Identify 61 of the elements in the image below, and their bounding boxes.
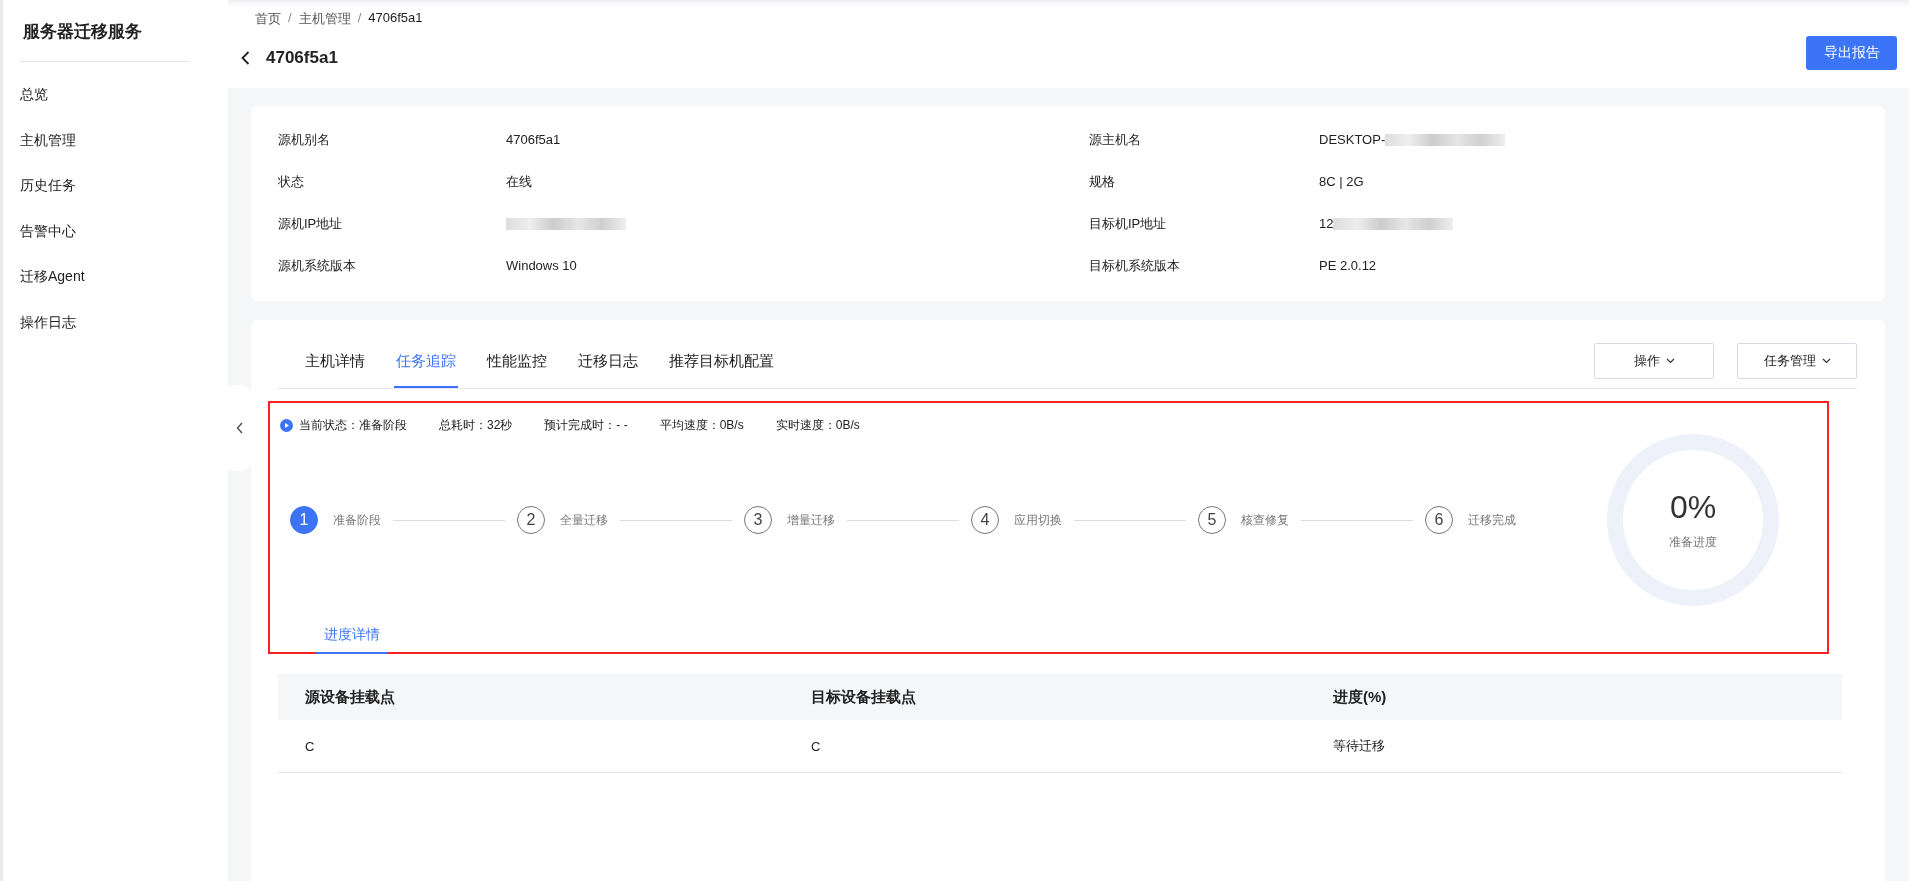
play-icon bbox=[280, 419, 293, 432]
sidebar-item[interactable]: 迁移Agent bbox=[20, 254, 188, 300]
table-cell-text: C bbox=[305, 738, 316, 754]
field-value: Windows 10 bbox=[506, 257, 577, 275]
step-number: 1 bbox=[290, 506, 318, 534]
tab[interactable]: 迁移日志 bbox=[576, 336, 640, 388]
tab[interactable]: 主机详情 bbox=[303, 336, 367, 388]
chevron-left-icon bbox=[235, 422, 244, 434]
sidebar-item[interactable]: 操作日志 bbox=[20, 299, 188, 345]
field-value: 在线 bbox=[506, 173, 532, 191]
breadcrumb-separator: / bbox=[288, 10, 292, 27]
field-label: 源机别名 bbox=[278, 131, 331, 149]
app-title: 服务器迁移服务 bbox=[22, 21, 143, 43]
page-title: 4706f5a1 bbox=[266, 48, 338, 68]
step-label: 增量迁移 bbox=[787, 511, 835, 529]
sidebar-item[interactable]: 总览 bbox=[20, 72, 188, 118]
sidebar-item[interactable]: 历史任务 bbox=[20, 163, 188, 209]
breadcrumb-link[interactable]: 主机管理 bbox=[298, 10, 351, 28]
status-text: 总耗时：32秒 bbox=[439, 417, 513, 434]
breadcrumb-link[interactable]: 首页 bbox=[255, 10, 281, 28]
tab[interactable]: 进度详情 bbox=[316, 626, 388, 654]
step-label: 应用切换 bbox=[1014, 511, 1062, 529]
dropdown-button[interactable]: 任务管理 bbox=[1737, 343, 1857, 379]
tab[interactable]: 推荐目标机配置 bbox=[667, 336, 776, 388]
breadcrumb-separator: / bbox=[357, 10, 362, 27]
tab[interactable]: 性能监控 bbox=[485, 336, 549, 388]
caret-icon bbox=[1821, 358, 1831, 364]
step-label: 全量迁移 bbox=[560, 511, 608, 529]
status-text: 预计完成时：- - bbox=[544, 417, 628, 434]
step-label: 迁移完成 bbox=[1468, 511, 1516, 529]
table-cell-text: C bbox=[811, 738, 822, 754]
field-value: 8C | 2G bbox=[1319, 173, 1364, 191]
field-value: PE 2.0.12 bbox=[1319, 257, 1377, 275]
field-value: DESKTOP- bbox=[1319, 131, 1386, 149]
caret-icon bbox=[1665, 358, 1675, 364]
table-cell-text: 等待迁移 bbox=[1333, 737, 1386, 755]
sidebar-item[interactable]: 告警中心 bbox=[20, 208, 188, 254]
tab[interactable]: 任务追踪 bbox=[394, 336, 458, 388]
field-label: 目标机系统版本 bbox=[1089, 257, 1181, 275]
field-label: 目标机IP地址 bbox=[1089, 215, 1168, 233]
export-button[interactable]: 导出报告 bbox=[1806, 36, 1897, 70]
column-header: 进度(%) bbox=[1333, 687, 1388, 707]
field-label: 状态 bbox=[278, 173, 305, 191]
status-text: 实时速度：0B/s bbox=[775, 417, 860, 434]
column-header: 目标设备挂载点 bbox=[811, 687, 917, 707]
field-label: 源机IP地址 bbox=[278, 215, 344, 233]
sidebar-item[interactable]: 主机管理 bbox=[20, 117, 188, 163]
progress-caption: 准备进度 bbox=[1669, 534, 1717, 551]
step-label: 核查修复 bbox=[1241, 511, 1289, 529]
progress-value: 0% bbox=[1669, 489, 1717, 526]
step-label: 准备阶段 bbox=[333, 511, 381, 529]
field-label: 源机系统版本 bbox=[278, 257, 357, 275]
field-value: 4706f5a1 bbox=[506, 131, 561, 149]
status-text: 平均速度：0B/s bbox=[659, 417, 744, 434]
back-icon[interactable] bbox=[241, 51, 250, 65]
field-value: 12 bbox=[1319, 215, 1334, 233]
dropdown-button[interactable]: 操作 bbox=[1594, 343, 1714, 379]
column-header: 源设备挂载点 bbox=[305, 687, 396, 707]
status-text: 当前状态：准备阶段 bbox=[299, 417, 407, 434]
field-label: 规格 bbox=[1089, 173, 1116, 191]
field-label: 源主机名 bbox=[1089, 131, 1142, 149]
